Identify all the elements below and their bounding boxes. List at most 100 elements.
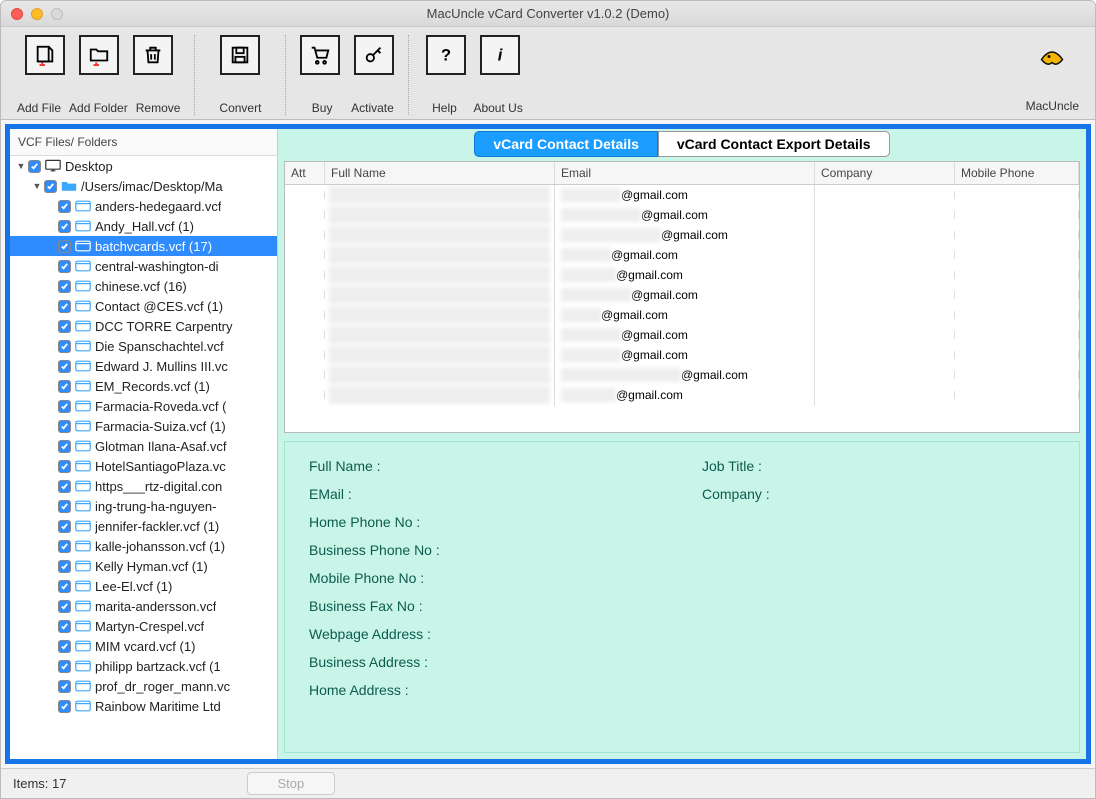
checkbox-icon[interactable] <box>58 600 71 613</box>
checkbox-icon[interactable] <box>58 500 71 513</box>
tree-file[interactable]: batchvcards.vcf (17) <box>10 236 277 256</box>
table-row[interactable]: name @gmail.com <box>285 225 1079 245</box>
tree-file[interactable]: https___rtz-digital.con <box>10 476 277 496</box>
table-body[interactable]: name @gmail.comname @gmail.comname @gmai… <box>285 185 1079 432</box>
checkbox-icon[interactable] <box>58 560 71 573</box>
tree-root[interactable]: ▼Desktop <box>10 156 277 176</box>
col-company[interactable]: Company <box>815 162 955 184</box>
disclosure-icon[interactable]: ▼ <box>16 161 26 171</box>
tree-file[interactable]: DCC TORRE Carpentry <box>10 316 277 336</box>
checkbox-icon[interactable] <box>58 680 71 693</box>
cart-icon <box>309 44 331 66</box>
table-row[interactable]: name @gmail.com <box>285 205 1079 225</box>
tree-file[interactable]: Glotman Ilana-Asaf.vcf <box>10 436 277 456</box>
col-att[interactable]: Att <box>285 162 325 184</box>
about-button[interactable]: i <box>480 35 520 75</box>
tree-file[interactable]: Rainbow Maritime Ltd <box>10 696 277 716</box>
tree-file[interactable]: Farmacia-Roveda.vcf ( <box>10 396 277 416</box>
tree-file[interactable]: anders-hedegaard.vcf <box>10 196 277 216</box>
checkbox-icon[interactable] <box>58 620 71 633</box>
detail-email: EMail : <box>309 486 662 514</box>
checkbox-icon[interactable] <box>58 480 71 493</box>
tree-file[interactable]: central-washington-di <box>10 256 277 276</box>
checkbox-icon[interactable] <box>58 440 71 453</box>
tree-file[interactable]: jennifer-fackler.vcf (1) <box>10 516 277 536</box>
desktop-icon <box>45 159 61 173</box>
disclosure-icon[interactable]: ▼ <box>32 181 42 191</box>
file-tree[interactable]: ▼Desktop▼/Users/imac/Desktop/Maanders-he… <box>10 156 277 759</box>
tree-file[interactable]: Edward J. Mullins III.vc <box>10 356 277 376</box>
tree-file[interactable]: philipp bartzack.vcf (1 <box>10 656 277 676</box>
checkbox-icon[interactable] <box>58 200 71 213</box>
table-row[interactable]: name @gmail.com <box>285 245 1079 265</box>
checkbox-icon[interactable] <box>58 380 71 393</box>
tree-file[interactable]: Martyn-Crespel.vcf <box>10 616 277 636</box>
tree-file[interactable]: Die Spanschachtel.vcf <box>10 336 277 356</box>
table-header: Att Full Name Email Company Mobile Phone <box>285 162 1079 185</box>
remove-button[interactable] <box>133 35 173 75</box>
checkbox-icon[interactable] <box>58 300 71 313</box>
tree-file[interactable]: Lee-El.vcf (1) <box>10 576 277 596</box>
app-window: MacUncle vCard Converter v1.0.2 (Demo) A… <box>0 0 1096 799</box>
table-row[interactable]: name @gmail.com <box>285 185 1079 205</box>
col-email[interactable]: Email <box>555 162 815 184</box>
tree-file[interactable]: Farmacia-Suiza.vcf (1) <box>10 416 277 436</box>
vcard-icon <box>75 519 91 533</box>
checkbox-icon[interactable] <box>58 340 71 353</box>
tree-file[interactable]: HotelSantiagoPlaza.vc <box>10 456 277 476</box>
checkbox-icon[interactable] <box>44 180 57 193</box>
checkbox-icon[interactable] <box>58 360 71 373</box>
tree-file[interactable]: marita-andersson.vcf <box>10 596 277 616</box>
tree-file[interactable]: kalle-johansson.vcf (1) <box>10 536 277 556</box>
checkbox-icon[interactable] <box>58 700 71 713</box>
tree-file[interactable]: Andy_Hall.vcf (1) <box>10 216 277 236</box>
checkbox-icon[interactable] <box>58 320 71 333</box>
checkbox-icon[interactable] <box>58 280 71 293</box>
vcard-icon <box>75 259 91 273</box>
checkbox-icon[interactable] <box>58 580 71 593</box>
vcard-icon <box>75 319 91 333</box>
table-row[interactable]: name @gmail.com <box>285 345 1079 365</box>
table-row[interactable]: name @gmail.com <box>285 265 1079 285</box>
checkbox-icon[interactable] <box>58 260 71 273</box>
help-button[interactable]: ? <box>426 35 466 75</box>
checkbox-icon[interactable] <box>58 540 71 553</box>
vcard-icon <box>75 299 91 313</box>
convert-button[interactable] <box>220 35 260 75</box>
checkbox-icon[interactable] <box>58 400 71 413</box>
checkbox-icon[interactable] <box>58 420 71 433</box>
checkbox-icon[interactable] <box>58 660 71 673</box>
checkbox-icon[interactable] <box>58 240 71 253</box>
checkbox-icon[interactable] <box>58 220 71 233</box>
buy-button[interactable] <box>300 35 340 75</box>
tree-file[interactable]: chinese.vcf (16) <box>10 276 277 296</box>
tree-folder[interactable]: ▼/Users/imac/Desktop/Ma <box>10 176 277 196</box>
table-row[interactable]: name @gmail.com <box>285 305 1079 325</box>
tab-export-details[interactable]: vCard Contact Export Details <box>658 131 890 157</box>
checkbox-icon[interactable] <box>58 520 71 533</box>
checkbox-icon[interactable] <box>28 160 41 173</box>
col-mobile[interactable]: Mobile Phone <box>955 162 1079 184</box>
activate-button[interactable] <box>354 35 394 75</box>
window-title: MacUncle vCard Converter v1.0.2 (Demo) <box>1 6 1095 21</box>
table-row[interactable]: name @gmail.com <box>285 285 1079 305</box>
tree-file[interactable]: EM_Records.vcf (1) <box>10 376 277 396</box>
stop-button[interactable]: Stop <box>247 772 336 795</box>
tree-file[interactable]: MIM vcard.vcf (1) <box>10 636 277 656</box>
detail-bizfax: Business Fax No : <box>309 598 662 626</box>
table-row[interactable]: name @gmail.com <box>285 385 1079 405</box>
tree-file[interactable]: Kelly Hyman.vcf (1) <box>10 556 277 576</box>
add-folder-button[interactable] <box>79 35 119 75</box>
table-row[interactable]: name @gmail.com <box>285 325 1079 345</box>
table-row[interactable]: name @gmail.com <box>285 365 1079 385</box>
checkbox-icon[interactable] <box>58 460 71 473</box>
brand-label: MacUncle <box>1026 99 1079 113</box>
checkbox-icon[interactable] <box>58 640 71 653</box>
add-file-button[interactable] <box>25 35 65 75</box>
tree-file[interactable]: Contact @CES.vcf (1) <box>10 296 277 316</box>
tree-file[interactable]: prof_dr_roger_mann.vc <box>10 676 277 696</box>
col-fullname[interactable]: Full Name <box>325 162 555 184</box>
svg-text:i: i <box>498 47 503 65</box>
tree-file[interactable]: ing-trung-ha-nguyen- <box>10 496 277 516</box>
tab-contact-details[interactable]: vCard Contact Details <box>474 131 657 157</box>
